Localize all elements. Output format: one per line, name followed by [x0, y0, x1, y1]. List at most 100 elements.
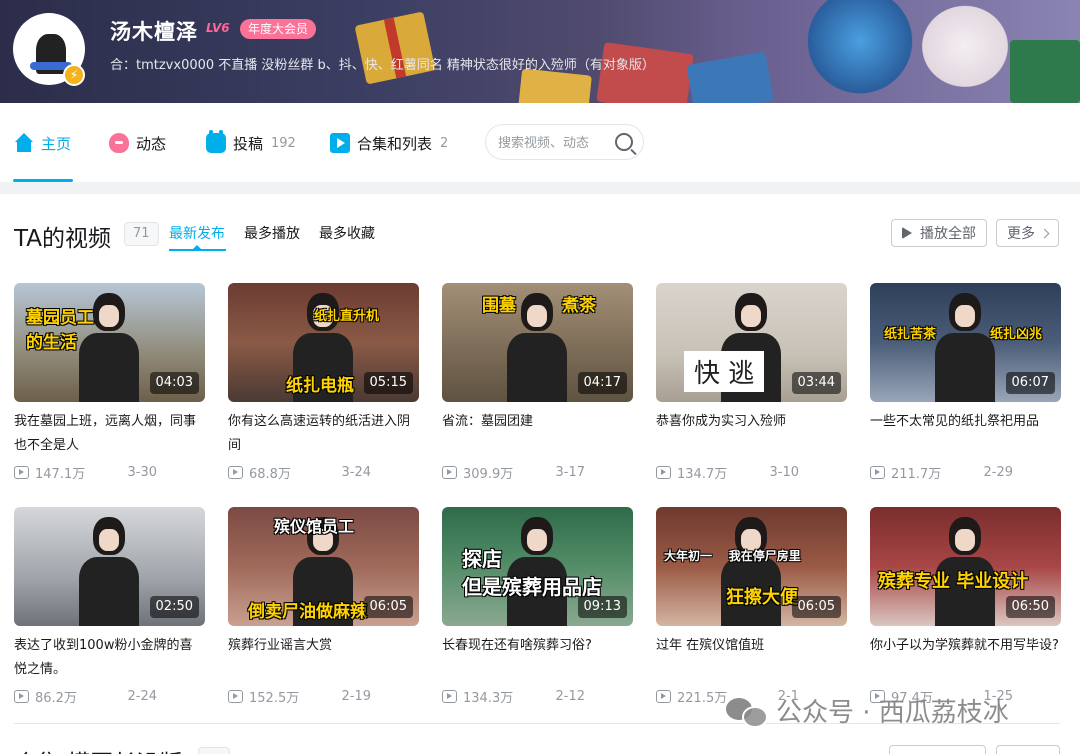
- video-title[interactable]: 我在墓园上班，远离人烟，同事也不全是人: [14, 410, 205, 458]
- collection-count-badge: [198, 747, 230, 754]
- video-thumbnail[interactable]: 探店 但是殡葬用品店 09:13: [442, 507, 633, 626]
- video-duration: 06:05: [363, 596, 413, 618]
- video-card[interactable]: 纸扎苦茶 纸扎凶兆 06:07 一些不太常见的纸扎祭祀用品 211.7万 2-29: [870, 283, 1061, 482]
- thumbnail-figure: [935, 293, 995, 402]
- play-count-icon: [656, 689, 671, 703]
- thumbnail-figure: [721, 517, 781, 626]
- video-card[interactable]: 倒卖尸油做麻辣 殡仪馆员工 06:05 殡葬行业谣言大赏 152.5万 2-19: [228, 507, 419, 706]
- thumbnail-caption-secondary: 纸扎凶兆: [990, 327, 1043, 342]
- video-thumbnail[interactable]: 02:50: [14, 507, 205, 626]
- video-title[interactable]: 你有这么高速运转的纸活进入阴间: [228, 410, 419, 458]
- section-title: TA的视频: [14, 226, 111, 252]
- video-title[interactable]: 表达了收到100w粉小金牌的喜悦之情。: [14, 634, 205, 682]
- vip-badge[interactable]: 年度大会员: [240, 19, 317, 39]
- view-count: 86.2万: [35, 690, 77, 706]
- video-title[interactable]: 恭喜你成为实习入殓师: [656, 410, 847, 458]
- video-duration: 09:13: [577, 596, 627, 618]
- video-duration: 06:50: [1005, 596, 1055, 618]
- video-card[interactable]: 围墓 煮茶 04:17 省流：墓园团建 309.9万 3-17: [442, 283, 633, 482]
- profile-banner: ⚡ 汤木檀泽 LV6 年度大会员 合：tmtzvx0000 不直播 没粉丝群 b…: [0, 0, 1080, 103]
- sort-tab-most-favorited[interactable]: 最多收藏: [319, 223, 375, 243]
- view-count: 211.7万: [891, 466, 942, 482]
- video-count-badge: 71: [124, 222, 159, 246]
- video-card[interactable]: 02:50 表达了收到100w粉小金牌的喜悦之情。 86.2万 2-24: [14, 507, 205, 706]
- video-thumbnail[interactable]: 狂擦大便 大年初一 我在停尸房里 06:05: [656, 507, 847, 626]
- video-thumbnail[interactable]: 快 逃 03:44: [656, 283, 847, 402]
- video-card[interactable]: 探店 但是殡葬用品店 09:13 长春现在还有啥殡葬习俗? 134.3万 2-12: [442, 507, 633, 706]
- banner-decoration: [1010, 40, 1080, 103]
- video-thumbnail[interactable]: 墓园员工 的生活 04:03: [14, 283, 205, 402]
- video-card[interactable]: 纸扎电瓶 纸扎直升机 05:15 你有这么高速运转的纸活进入阴间 68.8万 3-24: [228, 283, 419, 482]
- publish-date: 3-24: [341, 464, 371, 480]
- figure-face: [99, 305, 119, 327]
- video-meta: 134.7万 3-10: [656, 462, 847, 482]
- thumbnail-caption: 围墓: [482, 296, 516, 316]
- tab-dynamic[interactable]: 动态: [109, 131, 166, 155]
- publish-date: 3-10: [769, 464, 799, 480]
- view-count: 221.5万: [677, 690, 728, 706]
- play-count-icon: [228, 465, 243, 479]
- figure-face: [99, 529, 119, 551]
- publish-date: 2-24: [127, 688, 157, 704]
- tab-label: 动态: [136, 134, 167, 153]
- play-all-button-2[interactable]: [889, 745, 986, 754]
- tab-label: 主页: [41, 134, 72, 153]
- video-title[interactable]: 长春现在还有啥殡葬习俗?: [442, 634, 633, 682]
- tab-collections[interactable]: 合集和列表 2: [330, 131, 448, 155]
- video-thumbnail[interactable]: 纸扎苦茶 纸扎凶兆 06:07: [870, 283, 1061, 402]
- video-duration: 06:05: [791, 596, 841, 618]
- more-button-2[interactable]: [996, 745, 1060, 754]
- thumbnail-caption: 快 逃: [684, 351, 765, 392]
- video-title[interactable]: 过年 在殡仪馆值班: [656, 634, 847, 682]
- banner-decoration: [354, 11, 436, 85]
- video-thumbnail[interactable]: 殡葬专业 毕业设计 06:50: [870, 507, 1061, 626]
- video-card[interactable]: 快 逃 03:44 恭喜你成为实习入殓师 134.7万 3-10: [656, 283, 847, 482]
- video-title[interactable]: 一些不太常见的纸扎祭祀用品: [870, 410, 1061, 458]
- search-icon[interactable]: [615, 133, 633, 151]
- video-meta: 211.7万 2-29: [870, 462, 1061, 482]
- play-count-icon: [14, 689, 29, 703]
- more-button[interactable]: 更多: [996, 219, 1059, 247]
- figure-body: [507, 333, 567, 402]
- video-title[interactable]: 殡葬行业谣言大赏: [228, 634, 419, 682]
- username[interactable]: 汤木檀泽: [110, 16, 198, 46]
- video-title[interactable]: 你小子以为学殡葬就不用写毕设?: [870, 634, 1061, 682]
- search-input[interactable]: [498, 133, 613, 153]
- watermark-text: 公众号 · 西瓜荔枝冰: [776, 698, 1009, 728]
- sort-tab-most-played[interactable]: 最多播放: [244, 223, 300, 243]
- thumbnail-caption: 墓园员工 的生活: [26, 308, 94, 353]
- tab-count: 192: [271, 135, 296, 151]
- video-title[interactable]: 省流：墓园团建: [442, 410, 633, 458]
- dynamic-icon: [109, 133, 129, 153]
- tab-posts[interactable]: 投稿 192: [206, 130, 296, 155]
- video-duration: 03:44: [791, 372, 841, 394]
- video-card[interactable]: 墓园员工 的生活 04:03 我在墓园上班，远离人烟，同事也不全是人 147.1万 3-…: [14, 283, 205, 482]
- video-card[interactable]: 殡葬专业 毕业设计 06:50 你小子以为学殡葬就不用写毕设? 97.4万 1-25: [870, 507, 1061, 706]
- more-label: 更多: [1007, 226, 1035, 242]
- thumbnail-caption: 倒卖尸油做麻辣: [248, 602, 367, 622]
- thumbnail-caption: 狂擦大便: [726, 587, 798, 608]
- tab-count: 2: [440, 135, 449, 151]
- banner-decoration: [518, 68, 592, 103]
- video-thumbnail[interactable]: 倒卖尸油做麻辣 殡仪馆员工 06:05: [228, 507, 419, 626]
- publish-date: 3-17: [555, 464, 585, 480]
- play-all-button[interactable]: 播放全部: [891, 219, 987, 247]
- view-count: 134.3万: [463, 690, 514, 706]
- signature: 合：tmtzvx0000 不直播 没粉丝群 b、抖、快、红薯同名 精神状态很好的…: [110, 58, 655, 73]
- video-duration: 02:50: [149, 596, 199, 618]
- video-meta: 152.5万 2-19: [228, 686, 419, 706]
- view-count: 147.1万: [35, 466, 86, 482]
- video-thumbnail[interactable]: 围墓 煮茶 04:17: [442, 283, 633, 402]
- video-duration: 04:03: [149, 372, 199, 394]
- video-meta: 147.1万 3-30: [14, 462, 205, 482]
- video-thumbnail[interactable]: 纸扎电瓶 纸扎直升机 05:15: [228, 283, 419, 402]
- video-duration: 04:17: [577, 372, 627, 394]
- video-card[interactable]: 狂擦大便 大年初一 我在停尸房里 06:05 过年 在殡仪馆值班 221.5万 2-1: [656, 507, 847, 706]
- play-all-label: 播放全部: [920, 226, 976, 242]
- sort-tab-latest[interactable]: 最新发布: [169, 223, 225, 243]
- level-badge[interactable]: LV6: [206, 21, 230, 35]
- tv-icon: [206, 130, 226, 153]
- tab-home[interactable]: 主页: [14, 131, 71, 155]
- publish-date: 3-30: [127, 464, 157, 480]
- play-icon: [902, 227, 912, 239]
